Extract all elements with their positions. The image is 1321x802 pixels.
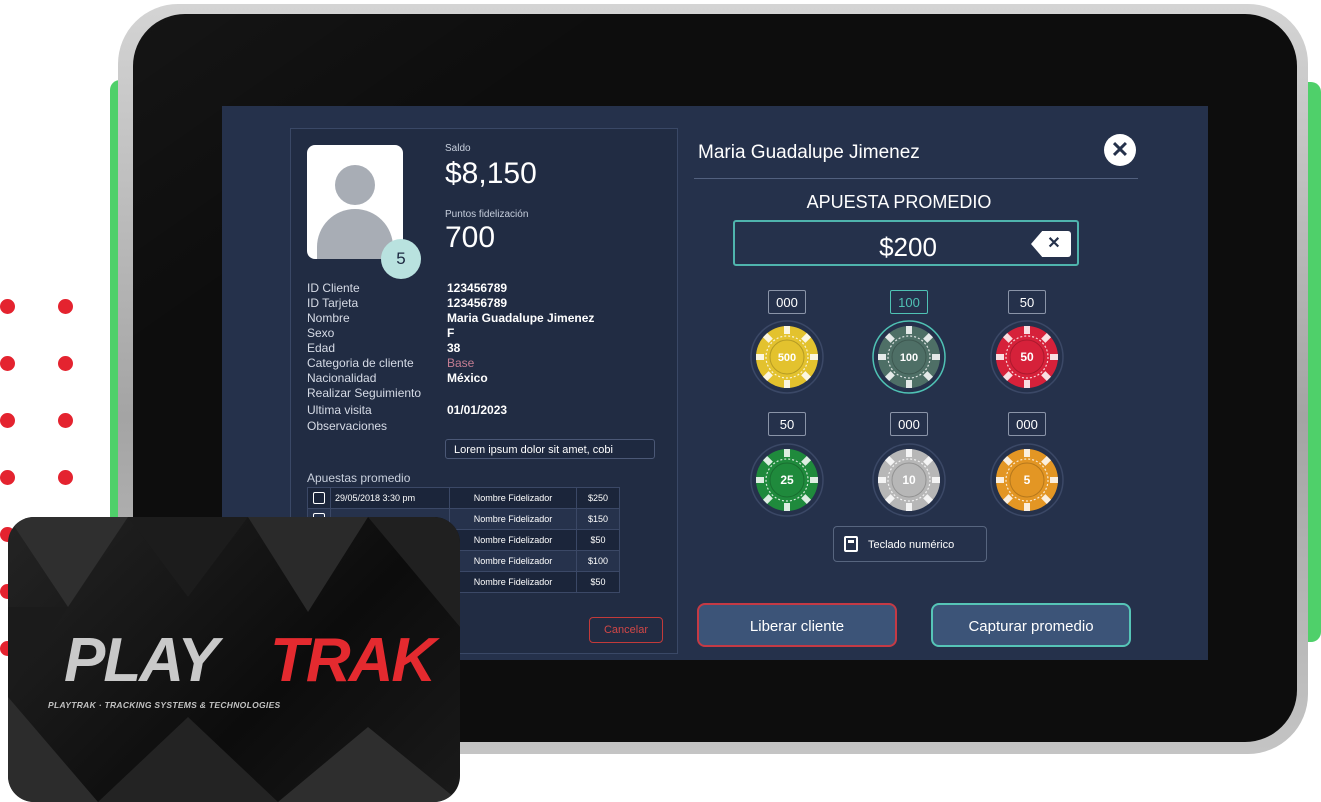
chip-icon: 25	[750, 443, 824, 517]
field-value: Base	[447, 356, 475, 370]
field-value: Maria Guadalupe Jimenez	[447, 311, 595, 325]
chip-icon: 5	[990, 443, 1064, 517]
field-value: México	[447, 371, 488, 385]
bet-amount: $50	[576, 571, 620, 593]
bet-amount: $50	[576, 529, 620, 551]
checkbox[interactable]	[313, 492, 325, 504]
cancel-button[interactable]: Cancelar	[589, 617, 663, 643]
field-label: ID Cliente	[307, 281, 360, 295]
bet-amount: $250	[576, 487, 620, 509]
field-label: Edad	[307, 341, 336, 355]
chip-count-5[interactable]: 000	[1008, 412, 1046, 436]
bet-amount: $100	[576, 550, 620, 572]
bet-host: Nombre Fidelizador	[449, 571, 577, 593]
field-value: 01/01/2023	[447, 403, 508, 417]
bets-section-title: Apuestas promedio	[307, 471, 411, 485]
bet-amount: $150	[576, 508, 620, 530]
chip-500-button[interactable]: 500	[750, 320, 824, 394]
chip-icon: 50	[990, 320, 1064, 394]
field-label: Realizar Seguimiento	[307, 386, 422, 400]
chip-denomination: 5	[1024, 473, 1031, 487]
logo-play-text: PLAY	[64, 626, 219, 695]
chip-denomination: 25	[780, 473, 794, 487]
chip-denomination: 10	[902, 473, 916, 487]
divider	[694, 178, 1138, 179]
playtrak-logo: PLAY TRAK	[48, 617, 448, 697]
bet-date: 29/05/2018 3:30 pm	[330, 487, 450, 509]
avatar-head	[335, 165, 375, 205]
card-tagline: PLAYTRAK · TRACKING SYSTEMS & TECHNOLOGI…	[48, 700, 281, 710]
chip-50-button[interactable]: 50	[990, 320, 1064, 394]
field-value: 38	[447, 341, 461, 355]
points-value: 700	[445, 221, 496, 254]
observaciones-field[interactable]: Lorem ipsum dolor sit amet, cobi	[445, 439, 655, 459]
chip-denomination: 50	[1020, 350, 1034, 364]
loyalty-card: PLAY TRAK PLAYTRAK · TRACKING SYSTEMS & …	[8, 517, 460, 802]
field-value: 123456789	[447, 281, 508, 295]
chip-100-button[interactable]: 100	[872, 320, 946, 394]
field-value: F	[447, 326, 455, 340]
bet-host: Nombre Fidelizador	[449, 529, 577, 551]
field-label: Nacionalidad	[307, 371, 377, 385]
logo-trak-text: TRAK	[270, 626, 436, 695]
field-label: Observaciones	[307, 419, 388, 433]
customer-name: Maria Guadalupe Jimenez	[698, 142, 920, 163]
chip-count-10[interactable]: 000	[890, 412, 928, 436]
balance-label: Saldo	[445, 143, 471, 154]
chip-denomination: 500	[778, 352, 796, 364]
chip-icon: 500	[750, 320, 824, 394]
bet-host: Nombre Fidelizador	[449, 508, 577, 530]
field-label: Nombre	[307, 311, 350, 325]
capture-average-button[interactable]: Capturar promedio	[931, 603, 1131, 647]
chip-count-100[interactable]: 100	[890, 290, 928, 314]
chip-25-button[interactable]: 25	[750, 443, 824, 517]
chip-count-50[interactable]: 50	[1008, 290, 1046, 314]
bet-amount-value: $200	[879, 232, 937, 262]
field-label: Ultima visita	[307, 403, 372, 417]
level-badge: 5	[381, 239, 421, 279]
chip-icon: 10	[872, 443, 946, 517]
numeric-keypad-button[interactable]: Teclado numérico	[833, 526, 987, 562]
chip-count-25[interactable]: 50	[768, 412, 806, 436]
keypad-label: Teclado numérico	[868, 539, 955, 551]
chip-icon: 100	[872, 320, 946, 394]
average-bet-title: APUESTA PROMEDIO	[806, 192, 992, 212]
field-label: Sexo	[307, 326, 335, 340]
balance-value: $8,150	[445, 157, 537, 190]
chip-10-button[interactable]: 10	[872, 443, 946, 517]
release-client-button[interactable]: Liberar cliente	[697, 603, 897, 647]
table-row[interactable]: 29/05/2018 3:30 pm Nombre Fidelizador $2…	[307, 487, 620, 509]
calculator-icon	[844, 536, 858, 552]
chip-denomination: 100	[900, 352, 918, 364]
close-icon[interactable]: ✕	[1104, 134, 1136, 166]
field-label: ID Tarjeta	[307, 296, 359, 310]
field-value: 123456789	[447, 296, 508, 310]
chip-count-500[interactable]: 000	[768, 290, 806, 314]
points-label: Puntos fidelización	[445, 209, 529, 220]
field-label: Categoria de cliente	[307, 356, 414, 370]
chip-5-button[interactable]: 5	[990, 443, 1064, 517]
bet-amount-field[interactable]: $200 ✕	[733, 220, 1079, 266]
bet-host: Nombre Fidelizador	[449, 487, 577, 509]
bet-host: Nombre Fidelizador	[449, 550, 577, 572]
